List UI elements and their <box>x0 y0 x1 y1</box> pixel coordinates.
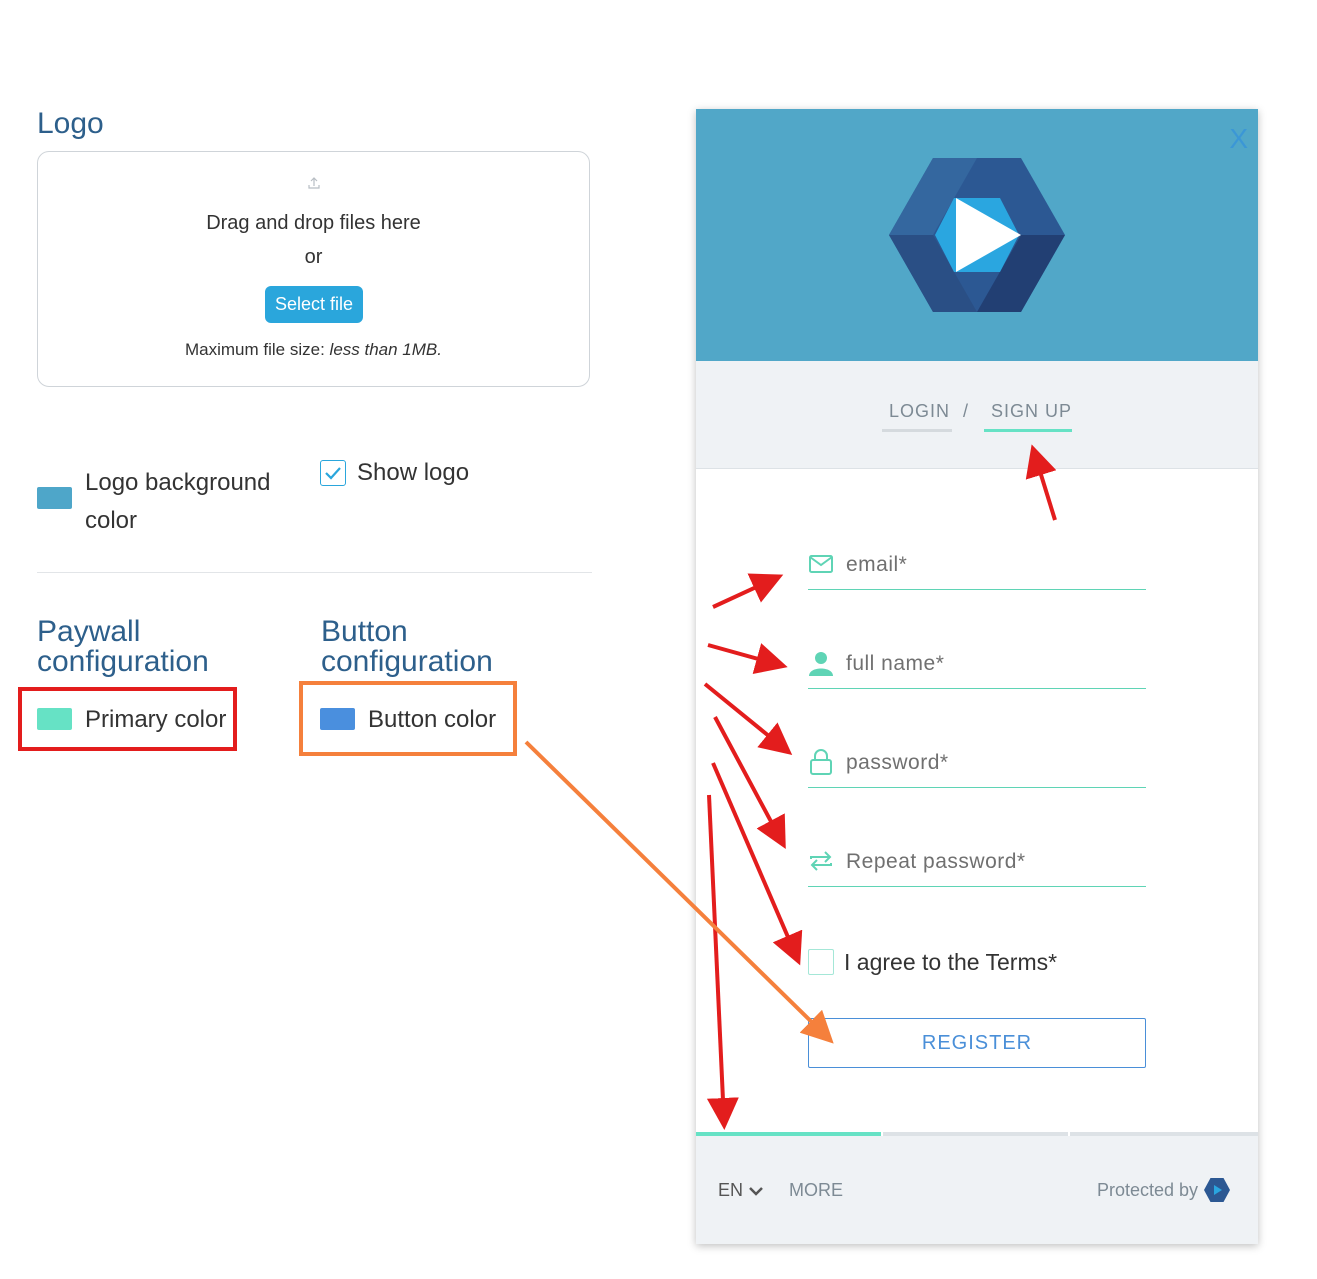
paywall-config-title: Paywall configuration <box>37 617 209 677</box>
register-button[interactable]: REGISTER <box>808 1018 1146 1068</box>
envelope-icon <box>809 555 833 573</box>
primary-color-highlight <box>18 687 237 751</box>
logo-dropzone[interactable]: Drag and drop files here or Maximum file… <box>37 151 590 387</box>
button-title-line1: Button <box>321 615 408 648</box>
full-name-field[interactable]: full name* <box>808 648 1146 689</box>
lock-icon <box>810 749 832 775</box>
logo-section-title: Logo <box>37 107 104 140</box>
show-logo-label: Show logo <box>357 459 470 486</box>
tab-separator: / <box>963 401 970 421</box>
language-label: EN <box>718 1180 744 1200</box>
button-color-highlight <box>299 681 517 756</box>
password-label: password* <box>846 751 949 774</box>
protected-by-label: Protected by <box>1097 1180 1199 1200</box>
widget-footer: EN MORE Protected by <box>696 1136 1258 1244</box>
tab-login[interactable]: LOGIN <box>889 401 950 422</box>
language-selector[interactable]: EN <box>718 1180 764 1201</box>
repeat-password-field[interactable]: Repeat password* <box>808 846 1146 887</box>
or-text: or <box>304 246 323 268</box>
tab-login-underline <box>882 429 952 432</box>
logo-background-label-line2: color <box>85 507 138 534</box>
repeat-icon <box>810 851 832 871</box>
repeat-password-label: Repeat password* <box>846 850 1026 873</box>
section-divider <box>37 572 592 573</box>
button-config-title: Button configuration <box>321 617 493 677</box>
select-file-button[interactable]: Select file <box>265 286 363 323</box>
tab-signup[interactable]: SIGN UP <box>991 401 1072 422</box>
paywall-title-line1: Paywall <box>37 615 141 648</box>
more-link[interactable]: MORE <box>789 1180 843 1201</box>
drag-drop-text: Drag and drop files here <box>206 212 421 234</box>
max-size-value: less than 1MB. <box>329 340 442 359</box>
full-name-label: full name* <box>846 652 945 675</box>
upload-icon <box>308 177 320 189</box>
max-size-label: Maximum file size: <box>185 340 325 359</box>
chevron-down-icon <box>749 1187 763 1197</box>
terms-label: I agree to the Terms* <box>844 949 1058 975</box>
max-file-size: Maximum file size: less than 1MB. <box>38 340 589 360</box>
logo-icon <box>889 158 1065 312</box>
password-field[interactable]: password* <box>808 747 1146 788</box>
paywall-preview-widget: X LOGIN / SIGN UP email* full name* pass… <box>696 109 1258 1244</box>
tab-signup-underline <box>984 429 1072 432</box>
logo-background-label: Logo background color <box>85 464 270 540</box>
logo-background-color-swatch[interactable] <box>37 487 72 509</box>
terms-checkbox[interactable] <box>808 949 834 975</box>
button-title-line2: configuration <box>321 645 493 678</box>
auth-tabs: LOGIN / SIGN UP <box>696 361 1258 469</box>
paywall-title-line2: configuration <box>37 645 209 678</box>
email-field[interactable]: email* <box>808 549 1146 590</box>
user-icon <box>809 652 833 676</box>
widget-header: X <box>696 109 1258 361</box>
close-button[interactable]: X <box>1229 123 1248 155</box>
checkmark-icon <box>325 467 341 480</box>
show-logo-checkbox[interactable] <box>320 460 346 486</box>
email-label: email* <box>846 553 908 576</box>
protected-logo-icon <box>1204 1178 1230 1202</box>
logo-background-label-line1: Logo background <box>85 469 271 496</box>
